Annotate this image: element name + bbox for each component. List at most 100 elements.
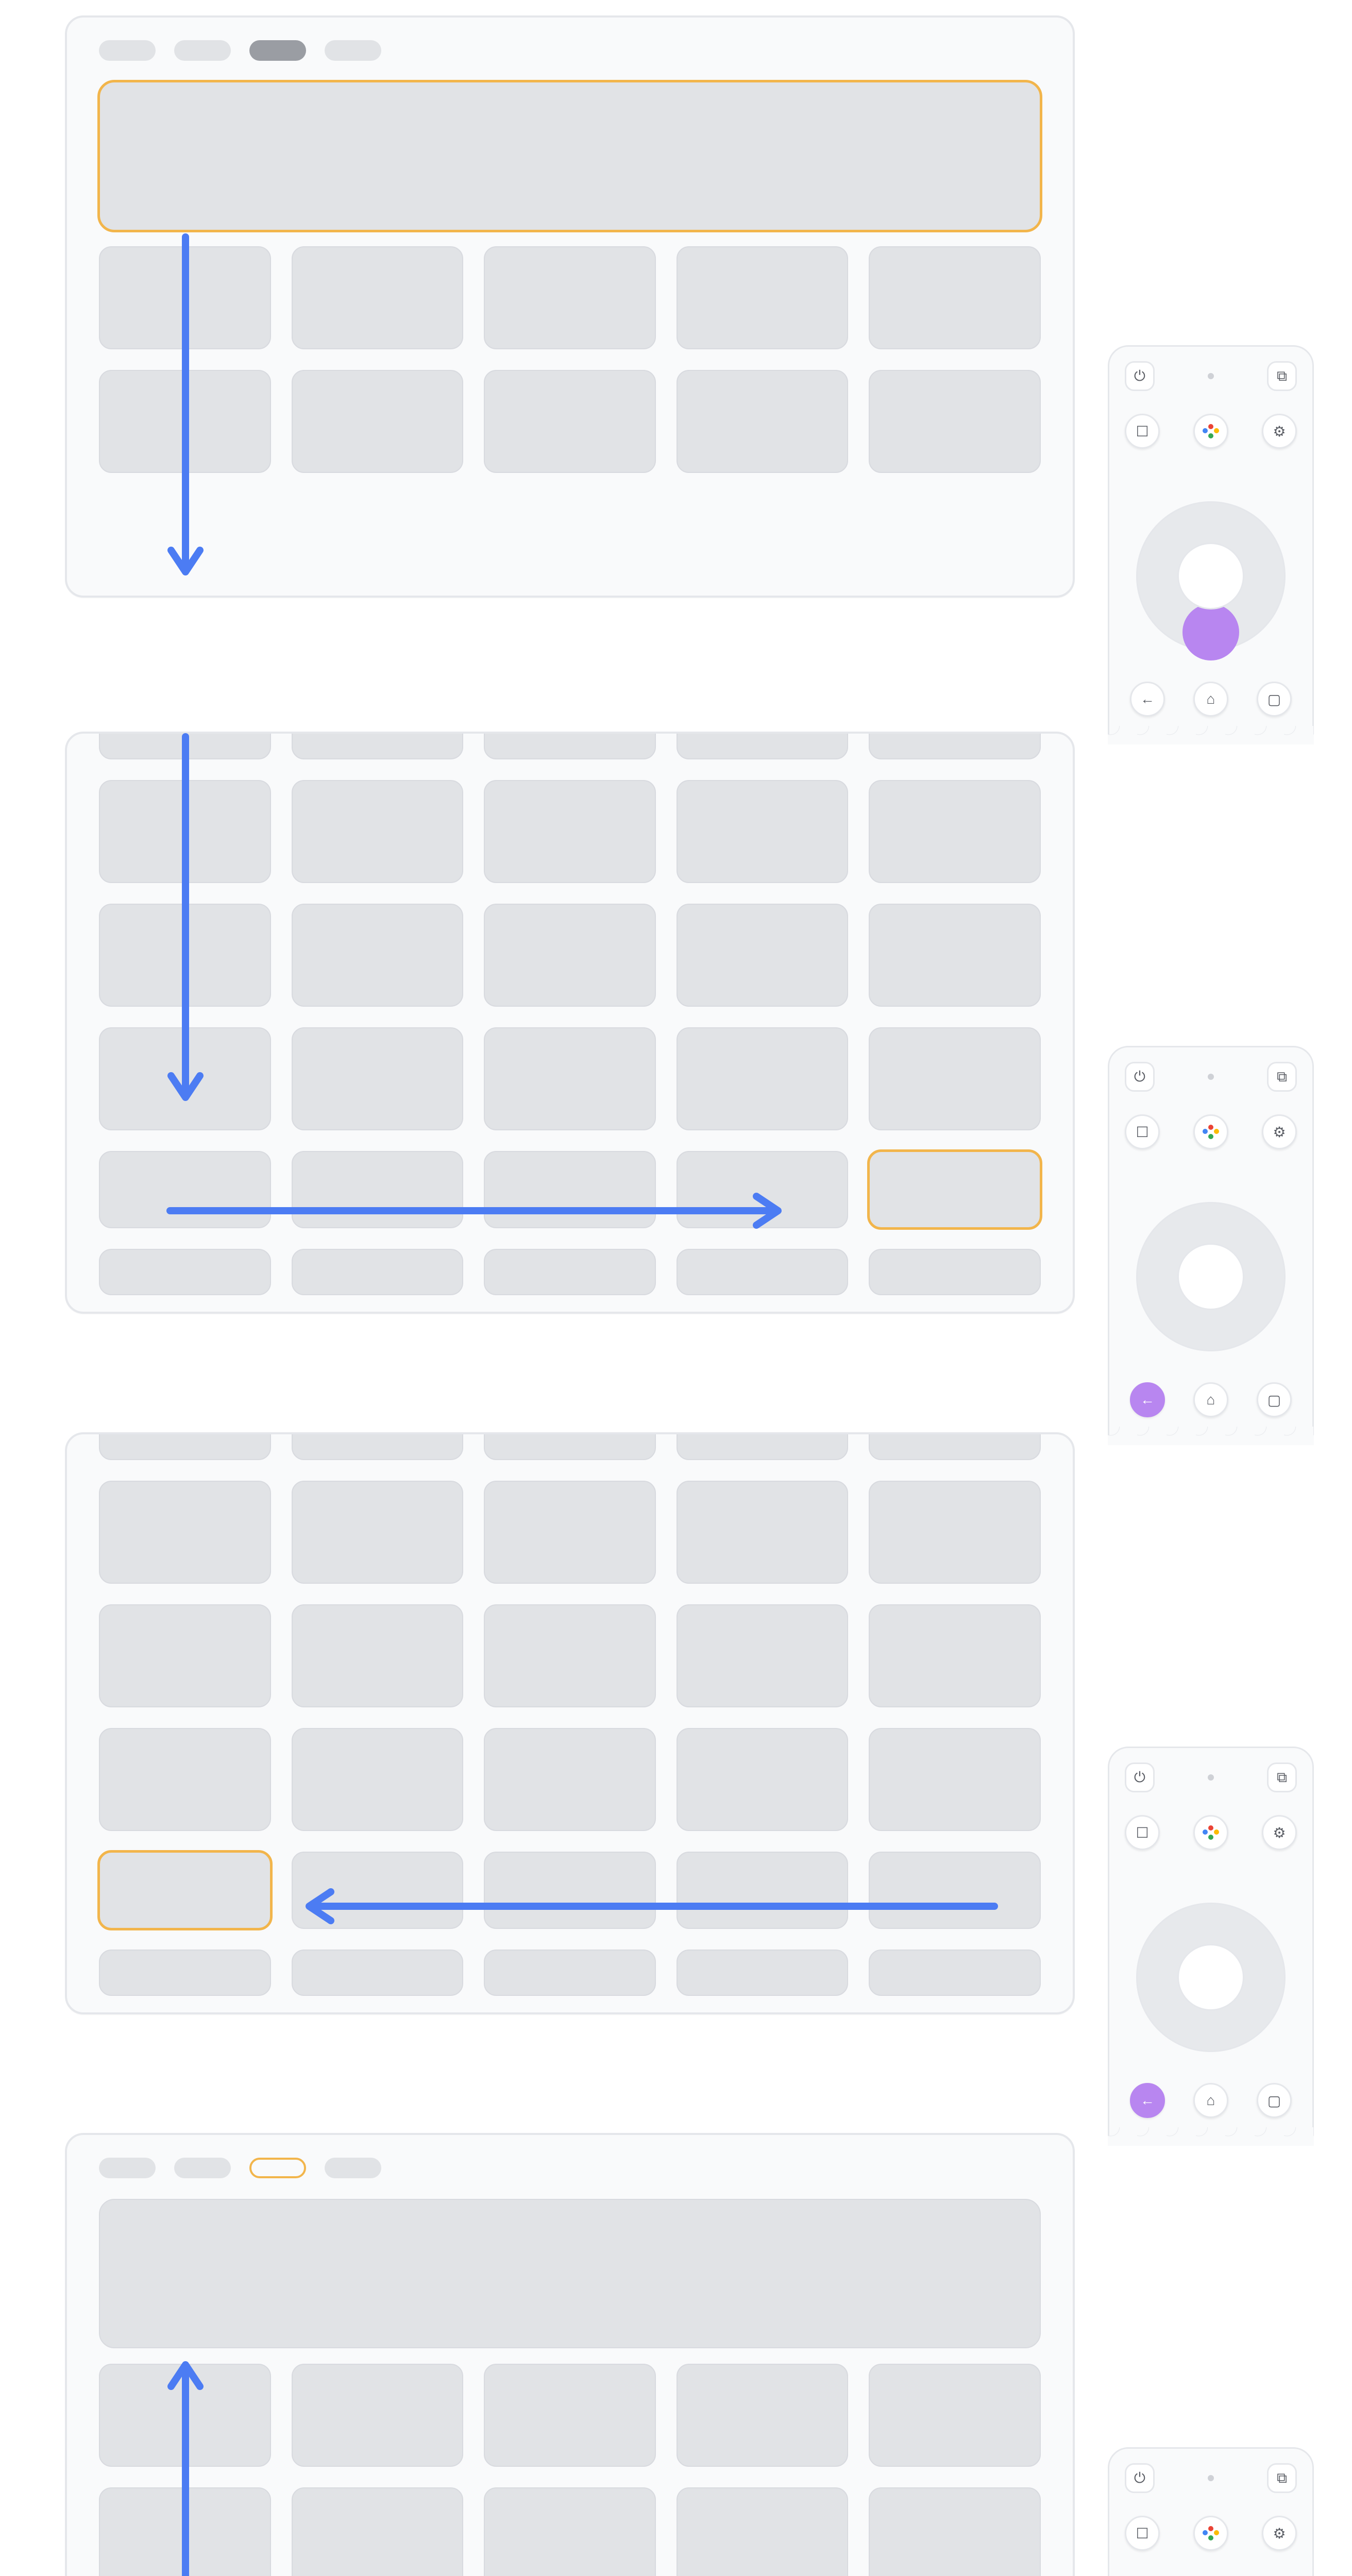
d-pad-center[interactable]	[1177, 1944, 1244, 2011]
content-tile[interactable]	[99, 1151, 271, 1228]
content-tile[interactable]	[869, 732, 1041, 759]
tab-pill[interactable]	[99, 2158, 156, 2178]
content-tile[interactable]	[869, 1432, 1041, 1460]
tab-pill[interactable]	[325, 2158, 381, 2178]
input-button[interactable]: ⧉	[1267, 361, 1297, 391]
back-button-highlighted[interactable]: ←	[1130, 2083, 1165, 2118]
content-tile[interactable]	[484, 2487, 656, 2576]
content-tile[interactable]	[869, 1027, 1041, 1130]
content-tile[interactable]	[677, 1728, 849, 1831]
content-tile[interactable]	[677, 1950, 849, 1996]
content-tile[interactable]	[484, 370, 656, 473]
content-tile[interactable]	[869, 1852, 1041, 1929]
tab-pill-selected[interactable]	[249, 40, 306, 61]
content-tile[interactable]	[99, 2364, 271, 2467]
bookmark-button[interactable]: ☐	[1125, 1114, 1160, 1149]
content-tile[interactable]	[869, 1950, 1041, 1996]
content-tile[interactable]	[677, 780, 849, 883]
content-tile[interactable]	[677, 1151, 849, 1228]
tab-pill-focused[interactable]	[249, 2158, 306, 2178]
content-tile[interactable]	[99, 780, 271, 883]
content-tile[interactable]	[677, 370, 849, 473]
power-button[interactable]: ⏻	[1125, 1062, 1155, 1092]
content-tile[interactable]	[292, 246, 464, 349]
live-tv-button[interactable]: ▢	[1257, 1382, 1292, 1417]
content-tile[interactable]	[292, 732, 464, 759]
content-tile[interactable]	[484, 1604, 656, 1707]
content-tile[interactable]	[677, 2487, 849, 2576]
content-tile[interactable]	[869, 1728, 1041, 1831]
d-pad[interactable]	[1136, 501, 1286, 651]
content-tile[interactable]	[292, 780, 464, 883]
content-tile[interactable]	[484, 780, 656, 883]
content-tile[interactable]	[677, 2364, 849, 2467]
assistant-button[interactable]	[1193, 1114, 1228, 1149]
home-button[interactable]: ⌂	[1193, 1382, 1228, 1417]
content-tile-focused[interactable]	[869, 1151, 1041, 1228]
back-button[interactable]: ←	[1130, 682, 1165, 717]
content-tile[interactable]	[292, 904, 464, 1007]
content-tile[interactable]	[677, 904, 849, 1007]
content-tile[interactable]	[99, 370, 271, 473]
assistant-button[interactable]	[1193, 414, 1228, 449]
content-tile[interactable]	[99, 1728, 271, 1831]
settings-button[interactable]: ⚙	[1262, 414, 1297, 449]
content-tile[interactable]	[99, 1432, 271, 1460]
content-tile[interactable]	[869, 904, 1041, 1007]
d-pad-center[interactable]	[1177, 1243, 1244, 1310]
bookmark-button[interactable]: ☐	[1125, 2516, 1160, 2551]
content-tile[interactable]	[292, 1027, 464, 1130]
content-tile[interactable]	[99, 904, 271, 1007]
live-tv-button[interactable]: ▢	[1257, 682, 1292, 717]
content-tile[interactable]	[677, 1604, 849, 1707]
tab-pill[interactable]	[174, 40, 231, 61]
content-tile[interactable]	[99, 246, 271, 349]
content-tile[interactable]	[484, 2364, 656, 2467]
content-tile[interactable]	[677, 732, 849, 759]
content-tile[interactable]	[99, 1950, 271, 1996]
content-tile[interactable]	[484, 1950, 656, 1996]
power-button[interactable]: ⏻	[1125, 1762, 1155, 1792]
content-tile[interactable]	[484, 732, 656, 759]
input-button[interactable]: ⧉	[1267, 2463, 1297, 2493]
content-tile-focused[interactable]	[99, 1852, 271, 1929]
content-tile[interactable]	[869, 370, 1041, 473]
back-button-highlighted[interactable]: ←	[1130, 1382, 1165, 1417]
input-button[interactable]: ⧉	[1267, 1062, 1297, 1092]
content-tile[interactable]	[869, 1604, 1041, 1707]
content-tile[interactable]	[484, 1852, 656, 1929]
content-tile[interactable]	[292, 1852, 464, 1929]
content-tile[interactable]	[99, 1481, 271, 1584]
hero-tile-focused[interactable]	[99, 81, 1041, 231]
content-tile[interactable]	[677, 1852, 849, 1929]
settings-button[interactable]: ⚙	[1262, 1815, 1297, 1850]
content-tile[interactable]	[869, 246, 1041, 349]
content-tile[interactable]	[677, 1432, 849, 1460]
assistant-button[interactable]	[1193, 1815, 1228, 1850]
content-tile[interactable]	[292, 1950, 464, 1996]
content-tile[interactable]	[99, 1027, 271, 1130]
d-pad-center[interactable]	[1177, 543, 1244, 609]
content-tile[interactable]	[292, 1728, 464, 1831]
tab-pill[interactable]	[99, 40, 156, 61]
hero-tile[interactable]	[99, 2199, 1041, 2348]
content-tile[interactable]	[99, 2487, 271, 2576]
content-tile[interactable]	[677, 1481, 849, 1584]
d-pad[interactable]	[1136, 1903, 1286, 2052]
power-button[interactable]: ⏻	[1125, 361, 1155, 391]
content-tile[interactable]	[869, 780, 1041, 883]
content-tile[interactable]	[292, 1432, 464, 1460]
content-tile[interactable]	[99, 732, 271, 759]
content-tile[interactable]	[484, 904, 656, 1007]
live-tv-button[interactable]: ▢	[1257, 2083, 1292, 2118]
content-tile[interactable]	[677, 246, 849, 349]
settings-button[interactable]: ⚙	[1262, 2516, 1297, 2551]
bookmark-button[interactable]: ☐	[1125, 1815, 1160, 1850]
content-tile[interactable]	[484, 1151, 656, 1228]
content-tile[interactable]	[484, 1249, 656, 1295]
bookmark-button[interactable]: ☐	[1125, 414, 1160, 449]
content-tile[interactable]	[677, 1027, 849, 1130]
content-tile[interactable]	[99, 1249, 271, 1295]
content-tile[interactable]	[292, 2487, 464, 2576]
content-tile[interactable]	[869, 2487, 1041, 2576]
